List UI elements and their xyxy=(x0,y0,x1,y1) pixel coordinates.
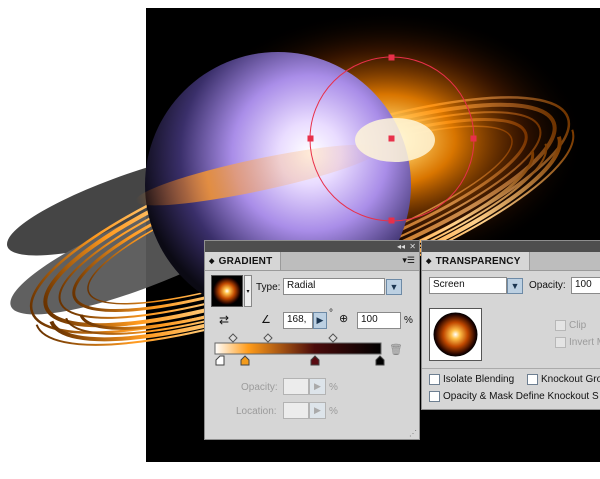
location-field[interactable] xyxy=(283,402,309,419)
chevron-down-icon: ▼ xyxy=(389,282,399,292)
aspect-ratio-icon: ⊕ xyxy=(339,313,349,325)
aspect-field[interactable]: 100 xyxy=(357,312,401,329)
gradient-swatch[interactable] xyxy=(211,275,243,307)
chevron-down-icon: ▼ xyxy=(510,281,520,291)
angle-value: 168, xyxy=(287,314,307,325)
opacity-value: 100 xyxy=(575,279,592,290)
reverse-gradient-icon[interactable]: ⇄ xyxy=(219,313,229,327)
opacity-unit: % xyxy=(329,382,338,393)
tab-toggle-icon[interactable]: ◆ xyxy=(209,257,215,265)
divider xyxy=(422,368,600,369)
resize-grip-icon[interactable]: ⋰ xyxy=(409,429,417,438)
degree-symbol: ° xyxy=(329,308,333,319)
type-dropdown-button[interactable]: ▼ xyxy=(386,279,402,295)
blend-mode-select[interactable]: Screen xyxy=(429,277,507,294)
angle-dropdown-button[interactable]: ▶ xyxy=(313,312,327,329)
midpoint-diamond xyxy=(228,333,338,343)
aspect-value: 100 xyxy=(361,314,378,325)
angle-icon: ∠ xyxy=(261,314,271,326)
aspect-unit: % xyxy=(404,315,413,326)
swatch-dropdown-icon[interactable]: ▾ xyxy=(244,275,252,307)
type-label: Type: xyxy=(256,282,281,293)
opacity-field[interactable]: 100 xyxy=(571,277,600,294)
location-dropdown-button[interactable]: ▶ xyxy=(309,402,326,419)
chevron-right-icon: ▶ xyxy=(314,405,321,415)
chevron-right-icon: ▶ xyxy=(314,381,321,391)
panel-tabrow: ◆ TRANSPARENCY xyxy=(422,252,600,271)
invert-mask-checkbox[interactable] xyxy=(555,337,566,348)
opacity-label: Opacity: xyxy=(241,382,278,393)
gradient-slider[interactable] xyxy=(213,332,413,366)
blend-mode-dropdown-button[interactable]: ▼ xyxy=(507,278,523,294)
isolate-blending-checkbox[interactable] xyxy=(429,374,440,385)
sun-hotspot xyxy=(355,118,435,162)
gradient-bar xyxy=(214,342,382,355)
transparency-title: TRANSPARENCY xyxy=(435,255,521,267)
close-icon[interactable]: ✕ xyxy=(409,241,416,252)
isolate-blending-label: Isolate Blending xyxy=(443,374,515,385)
transparency-panel: ◆ TRANSPARENCY Screen ▼ Opacity: 100 Cli… xyxy=(421,240,600,410)
opacity-label: Opacity: xyxy=(529,280,566,291)
type-value: Radial xyxy=(287,280,316,291)
knockout-group-checkbox[interactable] xyxy=(527,374,538,385)
clip-checkbox[interactable] xyxy=(555,320,566,331)
tab-toggle-icon[interactable]: ◆ xyxy=(426,257,432,265)
gradient-title: GRADIENT xyxy=(218,255,273,267)
color-stop xyxy=(215,355,385,366)
gradient-panel: ◂◂ ✕ ◆ GRADIENT ▾☰ ▾ Type: Radial ▼ ⇄ ∠ xyxy=(204,240,420,440)
opacity-mask-checkbox[interactable] xyxy=(429,391,440,402)
opacity-field[interactable] xyxy=(283,378,309,395)
panel-menu-icon[interactable]: ▾☰ xyxy=(402,255,415,266)
invert-mask-label: Invert M xyxy=(569,337,600,348)
location-label: Location: xyxy=(236,406,277,417)
panel-titlebar[interactable] xyxy=(422,241,600,252)
knockout-group-label: Knockout Gro xyxy=(541,374,600,385)
trash-icon[interactable]: 🗑 xyxy=(389,343,403,356)
panel-tabrow: ◆ GRADIENT ▾☰ xyxy=(205,252,419,271)
tab-transparency[interactable]: ◆ TRANSPARENCY xyxy=(422,252,530,270)
opacity-dropdown-button[interactable]: ▶ xyxy=(309,378,326,395)
clip-label: Clip xyxy=(569,320,587,331)
chevron-right-icon: ▶ xyxy=(316,315,324,325)
angle-field[interactable]: 168, xyxy=(283,312,313,329)
object-thumbnail[interactable] xyxy=(429,308,482,361)
tab-gradient[interactable]: ◆ GRADIENT xyxy=(205,252,282,270)
opacity-mask-label: Opacity & Mask Define Knockout S xyxy=(443,391,599,402)
panel-titlebar[interactable]: ◂◂ ✕ xyxy=(205,241,419,252)
blend-mode-value: Screen xyxy=(433,279,465,290)
type-select[interactable]: Radial xyxy=(283,278,385,295)
collapse-icon[interactable]: ◂◂ xyxy=(397,241,405,252)
location-unit: % xyxy=(329,406,338,417)
